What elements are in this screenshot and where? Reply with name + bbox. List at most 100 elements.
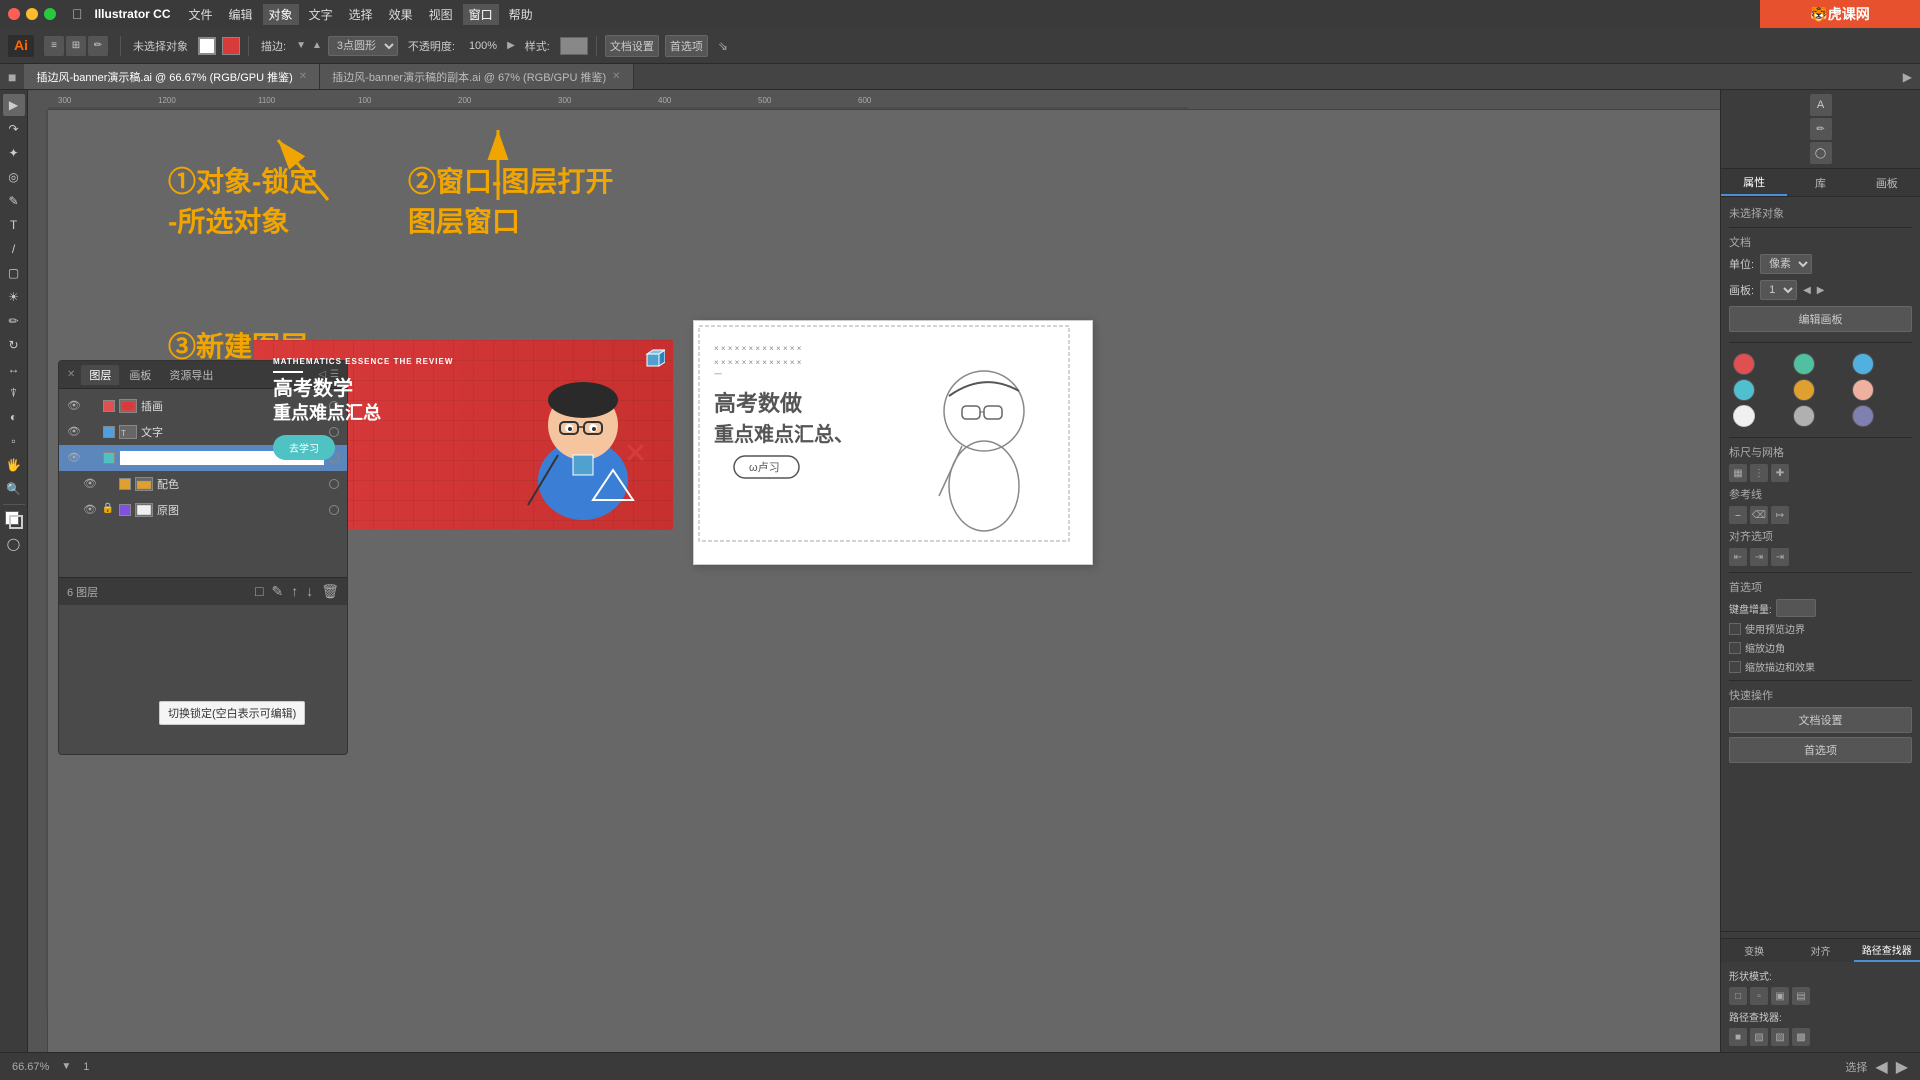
lasso-tool[interactable]: ◎ [3, 166, 25, 188]
rp-bottom-tab-align[interactable]: 对齐 [1787, 939, 1853, 962]
guide-icon-1[interactable]: ⎯ [1729, 506, 1747, 524]
layer-options-btn[interactable]: ✎ [271, 583, 283, 600]
edit-artboard-button[interactable]: 编辑画板 [1729, 306, 1912, 332]
move-selection-btn[interactable]: ↑ [291, 583, 298, 600]
artboard-select[interactable]: 1 [1760, 280, 1797, 300]
layer-row-4[interactable]: 👁 🔒 原图 [59, 497, 347, 523]
color-swatch-0[interactable] [1733, 353, 1755, 375]
tab-0[interactable]: 插边风-banner演示稿.ai @ 66.67% (RGB/GPU 推鉴) ✕ [24, 64, 320, 89]
zoom-tool[interactable]: 🔍 [3, 478, 25, 500]
stroke-color-box[interactable] [198, 37, 216, 55]
quick-preferences-button[interactable]: 首选项 [1729, 737, 1912, 763]
align-icon-cross[interactable]: ✚ [1771, 464, 1789, 482]
menu-item-effect[interactable]: 效果 [383, 4, 419, 25]
rp-tab-library[interactable]: 库 [1787, 169, 1853, 196]
shape-intersect-icon[interactable]: ▣ [1771, 987, 1789, 1005]
color-swatch-1[interactable] [1793, 353, 1815, 375]
tab-close-0[interactable]: ✕ [299, 71, 307, 82]
zoom-down[interactable]: ▼ [61, 1061, 71, 1072]
align-opt-icon-3[interactable]: ⇥ [1771, 548, 1789, 566]
align-opt-icon-1[interactable]: ⇤ [1729, 548, 1747, 566]
shape-exclude-icon[interactable]: ▤ [1792, 987, 1810, 1005]
apple-menu[interactable]:  [72, 6, 83, 22]
scale-tool[interactable]: ⍒ [3, 382, 25, 404]
keyboard-increment-input[interactable]: 1 px [1776, 599, 1816, 617]
draw-normal-icon[interactable]: ◯ [3, 533, 25, 555]
unit-select[interactable]: 像素 [1760, 254, 1812, 274]
layers-panel-toggle[interactable]: ■ [0, 69, 24, 85]
menu-item-view[interactable]: 视图 [423, 4, 459, 25]
color-swatch-3[interactable] [1733, 379, 1755, 401]
delete-layer-btn[interactable]: 🗑 [321, 583, 339, 600]
doc-settings-button[interactable]: 文档设置 [605, 35, 659, 57]
grid-view-icon[interactable]: ⊞ [66, 36, 86, 56]
fill-color-box[interactable] [222, 37, 240, 55]
layer-lock-2[interactable] [85, 451, 99, 465]
guide-icon-2[interactable]: ⌫ [1750, 506, 1768, 524]
arrange-icon[interactable]: ⇘ [718, 39, 728, 53]
line-tool[interactable]: / [3, 238, 25, 260]
rp-tab-artboards[interactable]: 画板 [1854, 169, 1920, 196]
tab-close-1[interactable]: ✕ [612, 71, 620, 82]
artboard-prev[interactable]: ◀ [1803, 285, 1811, 296]
pf-icon-4[interactable]: ▩ [1792, 1028, 1810, 1046]
menu-item-window[interactable]: 窗口 [463, 4, 499, 25]
align-icon-grid[interactable]: ▦ [1729, 464, 1747, 482]
menu-item-edit[interactable]: 编辑 [223, 4, 259, 25]
stroke-type-select[interactable]: 3点圆形 [328, 36, 398, 56]
graph-tool[interactable]: ◐ [3, 406, 25, 428]
layer-lock-1[interactable] [85, 425, 99, 439]
layer-row-3[interactable]: 👁 配色 [59, 471, 347, 497]
color-swatch-4[interactable] [1793, 379, 1815, 401]
shape-minus-icon[interactable]: ▫ [1750, 987, 1768, 1005]
rp-tab-properties[interactable]: 属性 [1721, 169, 1787, 196]
paint-tool[interactable]: ☀ [3, 286, 25, 308]
panel-tab-layers[interactable]: 图层 [81, 365, 119, 385]
snap-bounds-checkbox[interactable] [1729, 623, 1741, 635]
pf-icon-2[interactable]: ▧ [1750, 1028, 1768, 1046]
quick-doc-settings-button[interactable]: 文档设置 [1729, 707, 1912, 733]
pencil-icon[interactable]: ✏ [88, 36, 108, 56]
direct-select-tool[interactable]: ↷ [3, 118, 25, 140]
menu-item-text[interactable]: 文字 [303, 4, 339, 25]
rp-icon-2[interactable]: ✏ [1810, 118, 1832, 140]
rp-bottom-tab-pathfinder[interactable]: 路径查找器 [1854, 939, 1920, 962]
artboard-next[interactable]: ▶ [1817, 285, 1825, 296]
panel-close-icon[interactable]: ✕ [67, 369, 75, 380]
stroke-adjust-down[interactable]: ▼ [296, 40, 306, 51]
banner-button[interactable]: 去学习 [273, 435, 335, 460]
menu-item-file[interactable]: 文件 [183, 4, 219, 25]
menu-item-help[interactable]: 帮助 [503, 4, 539, 25]
pf-icon-1[interactable]: ■ [1729, 1028, 1747, 1046]
color-swatch-7[interactable] [1793, 405, 1815, 427]
menu-item-object[interactable]: 对象 [263, 4, 299, 25]
rect-tool[interactable]: ▢ [3, 262, 25, 284]
magic-wand-tool[interactable]: ✦ [3, 142, 25, 164]
preferences-button[interactable]: 首选项 [665, 35, 708, 57]
pencil-tool[interactable]: ✏ [3, 310, 25, 332]
guide-icon-3[interactable]: ↦ [1771, 506, 1789, 524]
color-swatch-2[interactable] [1852, 353, 1874, 375]
pf-icon-3[interactable]: ▨ [1771, 1028, 1789, 1046]
shape-unite-icon[interactable]: □ [1729, 987, 1747, 1005]
opacity-adjust[interactable]: ▶ [507, 40, 515, 51]
text-tool[interactable]: T [3, 214, 25, 236]
color-swatch-8[interactable] [1852, 405, 1874, 427]
color-swatch-6[interactable] [1733, 405, 1755, 427]
layer-eye-4[interactable]: 👁 [83, 503, 97, 517]
arrange-docs-icon[interactable]: ▶ [1903, 70, 1912, 84]
bb-nav-right[interactable]: ▶ [1896, 1057, 1908, 1077]
select-tool[interactable]: ▶ [3, 94, 25, 116]
layer-eye-3[interactable]: 👁 [83, 477, 97, 491]
rotate-tool[interactable]: ↻ [3, 334, 25, 356]
round-corners-checkbox[interactable] [1729, 642, 1741, 654]
color-swatch-5[interactable] [1852, 379, 1874, 401]
layer-eye-0[interactable]: 👁 [67, 399, 81, 413]
rp-icon-1[interactable]: A [1810, 94, 1832, 116]
rp-bottom-tab-transform[interactable]: 变换 [1721, 939, 1787, 962]
layer-eye-1[interactable]: 👁 [67, 425, 81, 439]
pen-tool[interactable]: ✎ [3, 190, 25, 212]
layer-lock-3[interactable] [101, 477, 115, 491]
align-icon-dots[interactable]: ⋮ [1750, 464, 1768, 482]
mirror-tool[interactable]: ↔ [3, 358, 25, 380]
